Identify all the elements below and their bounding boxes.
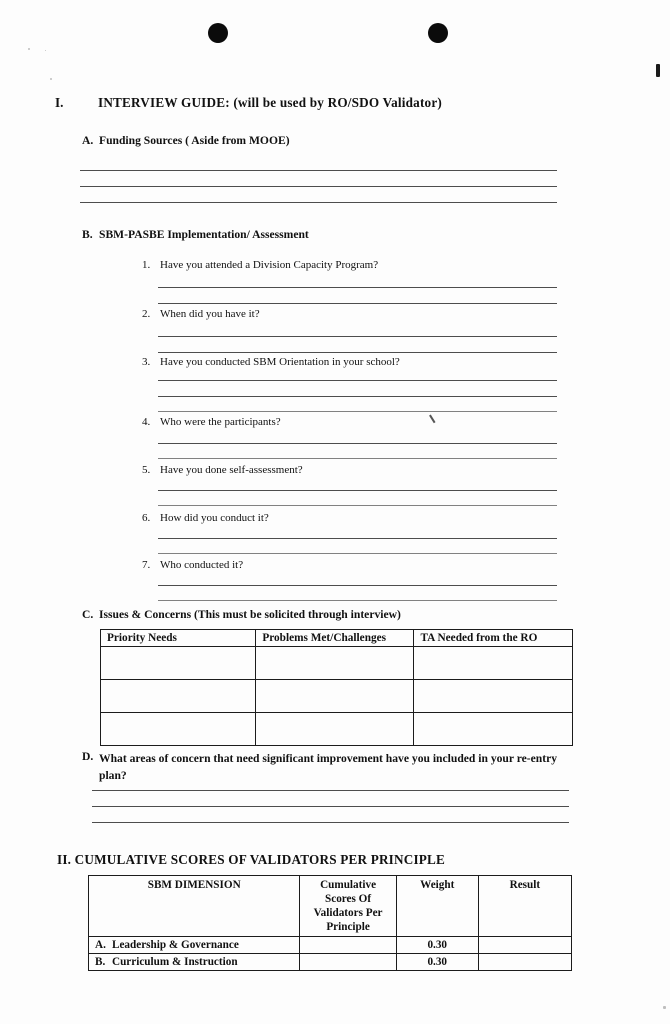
dimension-name: Curriculum & Instruction	[112, 956, 238, 968]
answer-line	[92, 790, 569, 791]
answer-line	[158, 553, 557, 554]
cell-result[interactable]	[477, 936, 573, 954]
section-heading-text: CUMULATIVE SCORES OF VALIDATORS PER PRIN…	[74, 852, 446, 867]
table-header-row: SBM DIMENSION Cumulative Scores Of Valid…	[87, 875, 573, 937]
question-number: 6.	[142, 512, 151, 524]
answer-line	[158, 538, 557, 539]
cell-priority-needs[interactable]	[99, 646, 257, 680]
scan-speck	[663, 1006, 666, 1009]
answer-line	[80, 186, 557, 187]
subsection-title-sbm-pasbe: SBM-PASBE Implementation/ Assessment	[99, 228, 309, 241]
cell-ta-needed[interactable]	[413, 679, 573, 713]
question-number: 1.	[142, 259, 151, 271]
column-header-result: Result	[477, 875, 573, 937]
cell-priority-needs[interactable]	[99, 712, 257, 746]
scan-edge-artifact	[656, 64, 660, 77]
table-row	[99, 712, 573, 746]
dimension-letter: A.	[95, 939, 106, 951]
cell-weight: 0.30	[395, 936, 479, 954]
table-row	[99, 646, 573, 680]
subsection-title-issues-concerns: Issues & Concerns (This must be solicite…	[99, 608, 401, 621]
answer-line	[80, 170, 557, 171]
answer-line	[158, 411, 557, 412]
cell-cumulative-score[interactable]	[299, 936, 397, 954]
question-text: Who were the participants?	[160, 416, 281, 428]
question-text: Have you attended a Division Capacity Pr…	[160, 259, 379, 271]
scanned-document-page: I. INTERVIEW GUIDE: (will be used by RO/…	[0, 0, 670, 1024]
column-header-priority-needs: Priority Needs	[99, 629, 257, 647]
answer-line	[158, 443, 557, 444]
answer-line	[158, 505, 557, 506]
cell-problems-met[interactable]	[255, 646, 415, 680]
section-numeral-ii: II.	[57, 852, 75, 867]
column-header-cumulative-scores: Cumulative Scores Of Validators Per Prin…	[299, 875, 397, 937]
answer-line	[158, 396, 557, 397]
cell-result[interactable]	[477, 953, 573, 971]
issues-concerns-table: Priority Needs Problems Met/Challenges T…	[99, 629, 573, 746]
column-header-problems-met: Problems Met/Challenges	[255, 629, 415, 647]
question-text: Who conducted it?	[160, 559, 244, 571]
answer-line	[158, 458, 557, 459]
cell-priority-needs[interactable]	[99, 679, 257, 713]
cell-ta-needed[interactable]	[413, 646, 573, 680]
table-row: A. Leadership & Governance 0.30	[87, 936, 573, 954]
section-numeral-i: I.	[55, 95, 64, 110]
subsection-letter-b: B.	[82, 228, 93, 241]
question-number: 4.	[142, 416, 151, 428]
subsection-title-funding-sources: Funding Sources ( Aside from MOOE)	[99, 134, 290, 147]
cell-problems-met[interactable]	[255, 679, 415, 713]
cell-cumulative-score[interactable]	[299, 953, 397, 971]
question-text: Have you conducted SBM Orientation in yo…	[160, 356, 400, 368]
stray-pen-mark	[429, 414, 436, 423]
dimension-name: Leadership & Governance	[112, 939, 239, 951]
scan-speck	[45, 50, 46, 51]
question-number: 2.	[142, 308, 151, 320]
cell-ta-needed[interactable]	[413, 712, 573, 746]
cumulative-scores-table: SBM DIMENSION Cumulative Scores Of Valid…	[87, 875, 573, 971]
cell-sbm-dimension: B. Curriculum & Instruction	[87, 953, 301, 971]
subsection-letter-c: C.	[82, 608, 94, 621]
question-number: 5.	[142, 464, 151, 476]
cell-problems-met[interactable]	[255, 712, 415, 746]
answer-line	[158, 380, 557, 381]
column-header-sbm-dimension: SBM DIMENSION	[87, 875, 301, 937]
question-number: 3.	[142, 356, 151, 368]
answer-line	[80, 202, 557, 203]
cell-weight: 0.30	[395, 953, 479, 971]
subsection-letter-a: A.	[82, 134, 94, 147]
answer-line	[158, 287, 557, 288]
scan-speck	[28, 48, 30, 50]
answer-line	[158, 585, 557, 586]
cell-sbm-dimension: A. Leadership & Governance	[87, 936, 301, 954]
section-title-cumulative-scores: II. CUMULATIVE SCORES OF VALIDATORS PER …	[57, 852, 445, 868]
dimension-letter: B.	[95, 956, 106, 968]
answer-line	[158, 600, 557, 601]
answer-line	[92, 806, 569, 807]
answer-line	[158, 490, 557, 491]
answer-line	[92, 822, 569, 823]
question-number: 7.	[142, 559, 151, 571]
column-header-weight: Weight	[395, 875, 479, 937]
scan-speck	[50, 78, 52, 80]
question-text: Have you done self-assessment?	[160, 464, 303, 476]
section-title-interview-guide: INTERVIEW GUIDE: (will be used by RO/SDO…	[98, 95, 442, 110]
question-text: When did you have it?	[160, 308, 260, 320]
subsection-title-areas-of-concern: What areas of concern that need signific…	[99, 752, 558, 782]
answer-line	[158, 303, 557, 304]
table-row	[99, 679, 573, 713]
subsection-letter-d: D.	[82, 750, 94, 763]
table-header-row: Priority Needs Problems Met/Challenges T…	[99, 629, 573, 647]
question-text: How did you conduct it?	[160, 512, 269, 524]
table-row: B. Curriculum & Instruction 0.30	[87, 953, 573, 971]
column-header-ta-needed: TA Needed from the RO	[413, 629, 573, 647]
punch-hole-right	[428, 23, 448, 43]
answer-line	[158, 336, 557, 337]
answer-line	[158, 352, 557, 353]
punch-hole-left	[208, 23, 228, 43]
